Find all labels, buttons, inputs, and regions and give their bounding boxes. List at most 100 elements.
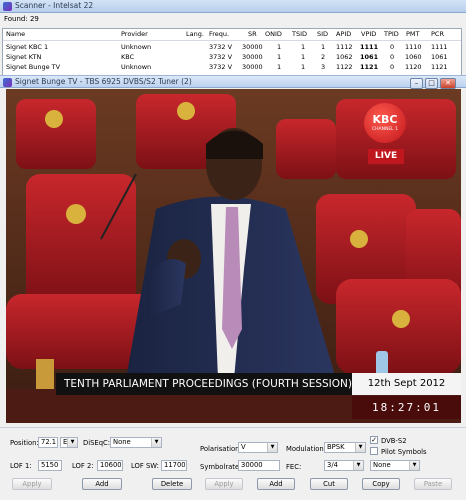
lofsw-label: LOF SW:: [131, 462, 159, 470]
chevron-down-icon: ▼: [151, 438, 161, 447]
cell-apid: 1122: [336, 63, 353, 71]
channel-table[interactable]: Name Provider Lang. Frequ. SR ONID TSID …: [2, 28, 462, 76]
position-dir-select[interactable]: E ▼: [60, 437, 78, 448]
col-tsid[interactable]: TSID: [292, 30, 307, 38]
fec-select[interactable]: 3/4 ▼: [324, 460, 364, 471]
cell-vpid: 1111: [360, 43, 379, 51]
cell-vpid: 1061: [360, 53, 379, 61]
cell-tsid: 1: [301, 63, 306, 71]
ticker-text: TENTH PARLIAMENT PROCEEDINGS (FOURTH SES…: [56, 373, 354, 395]
cell-frequ: 3732 V: [209, 53, 233, 61]
symbolrate-label: Symbolrate:: [200, 463, 242, 471]
minimize-button[interactable]: –: [410, 78, 423, 89]
extra-select[interactable]: None ▼: [370, 460, 420, 471]
lof1-input[interactable]: 5150: [38, 460, 62, 471]
chevron-down-icon: ▼: [67, 438, 77, 447]
col-tpid[interactable]: TPID: [384, 30, 399, 38]
cell-sr: 30000: [242, 43, 263, 51]
cell-sr: 30000: [242, 63, 263, 71]
cell-name: Signet KTN: [6, 53, 42, 61]
cell-sid: 3: [321, 63, 326, 71]
cell-sid: 2: [321, 53, 326, 61]
live-badge: LIVE: [368, 149, 404, 164]
app-icon: [3, 2, 12, 11]
chevron-down-icon: ▼: [267, 443, 277, 452]
cell-provider: Unknown: [121, 43, 152, 51]
table-row[interactable]: Signet KBC 1 Unknown 3732 V 30000 1 1 1 …: [3, 42, 461, 51]
video-frame[interactable]: KBC CHANNEL 1 LIVE TENTH PARLIAMENT PROC…: [6, 89, 461, 423]
col-pcr[interactable]: PCR: [431, 30, 444, 38]
delete-button[interactable]: Delete: [152, 478, 192, 490]
polarisation-select[interactable]: V ▼: [238, 442, 278, 453]
cell-onid: 1: [277, 43, 282, 51]
copy-button[interactable]: Copy: [362, 478, 400, 490]
col-pmt[interactable]: PMT: [406, 30, 420, 38]
modulation-value: BPSK: [327, 443, 345, 451]
pilot-symbols-label: Pilot Symbols: [381, 448, 427, 456]
maximize-button[interactable]: □: [425, 78, 438, 89]
table-header: Name Provider Lang. Frequ. SR ONID TSID …: [3, 29, 461, 41]
position-input[interactable]: 72.1: [38, 437, 58, 448]
col-name[interactable]: Name: [6, 30, 25, 38]
cell-tpid: 0: [390, 43, 395, 51]
symbolrate-input[interactable]: 30000: [238, 460, 280, 471]
lof2-input[interactable]: 10600: [97, 460, 123, 471]
cell-pcr: 1121: [431, 63, 448, 71]
modulation-label: Modulation:: [286, 445, 327, 453]
pilot-symbols-checkbox[interactable]: [370, 447, 378, 455]
col-apid[interactable]: APID: [336, 30, 351, 38]
scanner-title: Scanner - Intelsat 22: [15, 1, 94, 10]
col-onid[interactable]: ONID: [265, 30, 282, 38]
apply-button[interactable]: Apply: [12, 478, 52, 490]
fec-label: FEC:: [286, 463, 302, 471]
cell-pcr: 1111: [431, 43, 448, 51]
diseqc-select[interactable]: None ▼: [110, 437, 162, 448]
clock-display: 18:27:01: [352, 396, 461, 419]
cell-provider: KBC: [121, 53, 135, 61]
add-tuner-button[interactable]: Add: [257, 478, 295, 490]
tv-titlebar[interactable]: Signet Bunge TV - TBS 6925 DVBS/S2 Tuner…: [0, 75, 466, 89]
lofsw-input[interactable]: 11700: [161, 460, 187, 471]
position-label: Position:: [10, 439, 39, 447]
cell-tpid: 0: [390, 53, 395, 61]
chevron-down-icon: ▼: [355, 443, 365, 452]
add-button[interactable]: Add: [82, 478, 122, 490]
fec-value: 3/4: [327, 461, 338, 469]
table-row[interactable]: Signet KTN KBC 3732 V 30000 1 1 2 1062 1…: [3, 52, 461, 61]
logo-subtext: CHANNEL 1: [372, 127, 398, 132]
cell-apid: 1062: [336, 53, 353, 61]
table-row[interactable]: Signet Bunge TV Unknown 3732 V 30000 1 1…: [3, 62, 461, 71]
col-sid[interactable]: SID: [317, 30, 328, 38]
col-provider[interactable]: Provider: [121, 30, 148, 38]
chevron-down-icon: ▼: [409, 461, 419, 470]
lof1-label: LOF 1:: [10, 462, 32, 470]
cell-name: Signet Bunge TV: [6, 63, 61, 71]
diseqc-value: None: [113, 438, 131, 446]
tuner-controls: Position: 72.1 E ▼ DiSEqC: None ▼ Polarisa…: [0, 427, 466, 500]
cell-pmt: 1060: [405, 53, 422, 61]
cell-tsid: 1: [301, 53, 306, 61]
scanner-titlebar[interactable]: Scanner - Intelsat 22: [0, 0, 466, 13]
close-button[interactable]: ✕: [440, 78, 456, 89]
lof2-label: LOF 2:: [72, 462, 94, 470]
cell-pmt: 1110: [405, 43, 422, 51]
apply-tuner-button[interactable]: Apply: [205, 478, 243, 490]
dvbs2-checkbox[interactable]: ✓: [370, 436, 378, 444]
dvbs2-label: DVB-S2: [381, 437, 407, 445]
channel-logo-icon: KBC CHANNEL 1: [364, 103, 406, 143]
col-frequ[interactable]: Frequ.: [209, 30, 229, 38]
cell-onid: 1: [277, 53, 282, 61]
cell-pcr: 1061: [431, 53, 448, 61]
logo-text: KBC: [372, 113, 398, 126]
col-sr[interactable]: SR: [248, 30, 257, 38]
cell-pmt: 1120: [405, 63, 422, 71]
col-lang[interactable]: Lang.: [186, 30, 204, 38]
tv-app-icon: [3, 78, 12, 87]
cell-name: Signet KBC 1: [6, 43, 49, 51]
paste-button[interactable]: Paste: [414, 478, 452, 490]
col-vpid[interactable]: VPID: [361, 30, 376, 38]
cell-apid: 1112: [336, 43, 353, 51]
polarisation-value: V: [241, 443, 246, 451]
modulation-select[interactable]: BPSK ▼: [324, 442, 366, 453]
cut-button[interactable]: Cut: [310, 478, 348, 490]
